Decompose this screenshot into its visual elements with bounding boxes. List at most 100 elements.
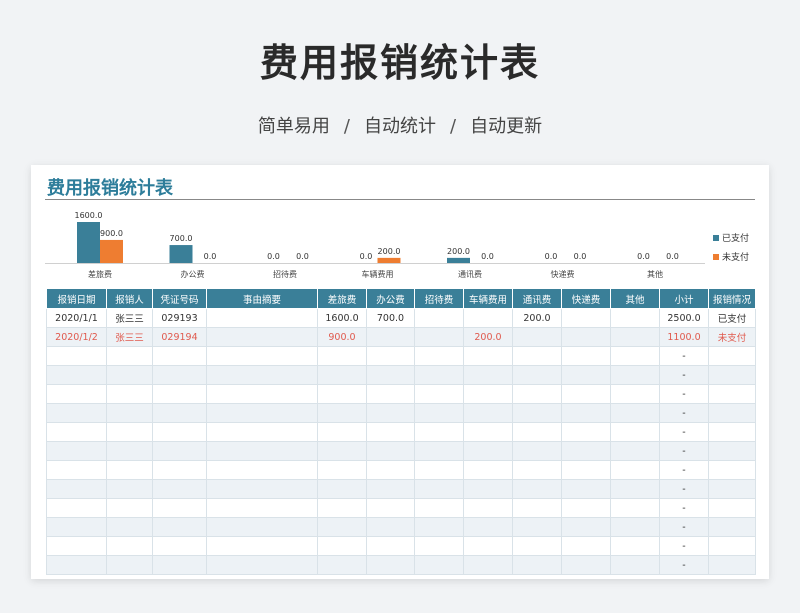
table-cell[interactable]: 900.0 (317, 327, 367, 347)
table-cell[interactable] (152, 460, 207, 480)
table-cell[interactable] (512, 460, 562, 480)
table-cell[interactable] (106, 479, 153, 499)
header-other[interactable]: 其他 (610, 288, 660, 309)
table-cell[interactable]: 700.0 (366, 308, 415, 328)
table-cell[interactable] (414, 384, 464, 404)
table-cell[interactable]: - (659, 346, 709, 366)
table-cell[interactable] (561, 346, 611, 366)
table-cell[interactable] (463, 422, 513, 442)
table-cell[interactable] (152, 403, 207, 423)
table-cell[interactable] (152, 346, 207, 366)
table-cell[interactable]: - (659, 403, 709, 423)
table-cell[interactable]: 已支付 (708, 308, 756, 328)
table-cell[interactable] (708, 479, 756, 499)
table-cell[interactable]: - (659, 365, 709, 385)
table-cell[interactable] (610, 384, 660, 404)
table-cell[interactable] (610, 555, 660, 575)
table-cell[interactable]: 200.0 (463, 327, 513, 347)
table-cell[interactable]: 1600.0 (317, 308, 367, 328)
table-cell[interactable] (106, 460, 153, 480)
table-cell[interactable] (206, 308, 318, 328)
table-cell[interactable] (46, 441, 107, 461)
header-summary[interactable]: 事由摘要 (206, 288, 318, 309)
table-cell[interactable] (46, 460, 107, 480)
table-cell[interactable] (463, 460, 513, 480)
table-cell[interactable] (610, 422, 660, 442)
table-cell[interactable] (206, 517, 318, 537)
table-cell[interactable] (610, 498, 660, 518)
header-voucher[interactable]: 凭证号码 (152, 288, 207, 309)
table-cell[interactable] (512, 384, 562, 404)
table-cell[interactable] (152, 441, 207, 461)
table-cell[interactable] (610, 536, 660, 556)
table-cell[interactable] (463, 346, 513, 366)
table-cell[interactable] (414, 346, 464, 366)
table-cell[interactable]: 未支付 (708, 327, 756, 347)
table-cell[interactable]: - (659, 498, 709, 518)
table-cell[interactable] (366, 422, 415, 442)
table-cell[interactable] (708, 403, 756, 423)
table-cell[interactable] (414, 517, 464, 537)
table-cell[interactable] (206, 384, 318, 404)
table-cell[interactable] (512, 346, 562, 366)
table-cell[interactable] (206, 441, 318, 461)
table-cell[interactable] (463, 365, 513, 385)
table-cell[interactable] (152, 422, 207, 442)
table-cell[interactable] (512, 479, 562, 499)
table-cell[interactable] (610, 460, 660, 480)
header-person[interactable]: 报销人 (106, 288, 153, 309)
table-cell[interactable] (206, 422, 318, 442)
table-cell[interactable] (414, 441, 464, 461)
table-cell[interactable] (512, 403, 562, 423)
table-cell[interactable] (414, 422, 464, 442)
table-cell[interactable] (106, 498, 153, 518)
table-cell[interactable] (317, 403, 367, 423)
table-cell[interactable] (366, 365, 415, 385)
table-cell[interactable] (106, 536, 153, 556)
table-cell[interactable] (317, 498, 367, 518)
table-cell[interactable] (206, 403, 318, 423)
table-cell[interactable] (366, 460, 415, 480)
table-cell[interactable] (561, 327, 611, 347)
table-cell[interactable] (46, 365, 107, 385)
table-cell[interactable] (512, 498, 562, 518)
table-cell[interactable] (610, 346, 660, 366)
table-cell[interactable] (561, 365, 611, 385)
table-cell[interactable] (463, 517, 513, 537)
header-entertain[interactable]: 招待费 (414, 288, 464, 309)
table-cell[interactable] (366, 479, 415, 499)
table-cell[interactable] (152, 517, 207, 537)
table-cell[interactable] (366, 555, 415, 575)
table-cell[interactable] (106, 384, 153, 404)
table-cell[interactable] (366, 327, 415, 347)
table-cell[interactable] (46, 479, 107, 499)
table-cell[interactable] (46, 384, 107, 404)
table-cell[interactable] (708, 365, 756, 385)
table-cell[interactable] (46, 517, 107, 537)
table-cell[interactable] (317, 346, 367, 366)
table-cell[interactable] (317, 384, 367, 404)
table-cell[interactable]: - (659, 517, 709, 537)
table-cell[interactable] (463, 498, 513, 518)
table-cell[interactable] (366, 346, 415, 366)
table-cell[interactable] (463, 441, 513, 461)
table-cell[interactable] (708, 460, 756, 480)
table-cell[interactable] (414, 555, 464, 575)
table-cell[interactable] (206, 555, 318, 575)
table-cell[interactable]: - (659, 555, 709, 575)
table-cell[interactable] (463, 308, 513, 328)
table-cell[interactable] (317, 536, 367, 556)
table-cell[interactable] (561, 460, 611, 480)
table-cell[interactable] (152, 365, 207, 385)
table-cell[interactable] (561, 422, 611, 442)
table-cell[interactable] (317, 422, 367, 442)
table-cell[interactable] (46, 422, 107, 442)
table-cell[interactable]: 029193 (152, 308, 207, 328)
table-cell[interactable] (206, 536, 318, 556)
table-cell[interactable]: 029194 (152, 327, 207, 347)
table-cell[interactable] (463, 536, 513, 556)
table-cell[interactable] (46, 555, 107, 575)
table-cell[interactable] (152, 536, 207, 556)
table-cell[interactable] (106, 403, 153, 423)
table-cell[interactable] (512, 441, 562, 461)
